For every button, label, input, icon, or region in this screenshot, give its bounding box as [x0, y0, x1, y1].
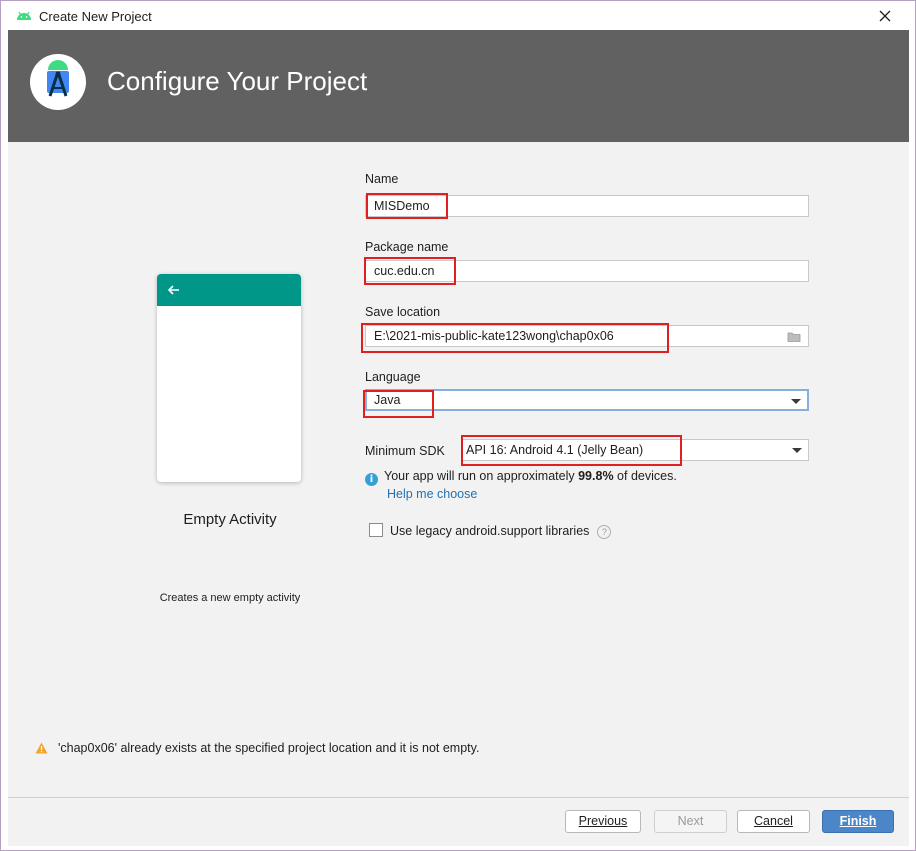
question-icon[interactable]: ? [597, 525, 612, 539]
title-bar: Create New Project [1, 1, 915, 30]
name-label-text: Name [365, 172, 399, 186]
legacy-support-row: Use legacy android.support libraries? [369, 523, 612, 539]
minimum-sdk-label: Minimum SDK [365, 444, 445, 458]
previous-button[interactable]: Previous [565, 810, 641, 833]
page-header: Configure Your Project [8, 30, 909, 142]
warning-message: 'chap0x06' already exists at the specifi… [35, 741, 479, 755]
name-value: MISDemo [374, 199, 430, 213]
preview-toolbar [157, 274, 301, 306]
create-project-dialog: Create New Project Configure Your Projec… [0, 0, 916, 851]
package-field[interactable]: cuc.edu.cn [365, 260, 809, 282]
chevron-down-icon [791, 399, 801, 404]
package-label: Package name [365, 240, 448, 254]
package-value: cuc.edu.cn [374, 264, 435, 278]
minimum-sdk-value: API 16: Android 4.1 (Jelly Bean) [466, 443, 644, 457]
form-panel: Empty Activity Creates a new empty activ… [8, 142, 909, 797]
next-button[interactable]: Next [654, 810, 727, 833]
legacy-support-label[interactable]: Use legacy android.support libraries [390, 524, 589, 538]
info-percent: 99.8% [578, 469, 614, 483]
save-location-field[interactable]: E:\2021-mis-public-kate123wong\chap0x06 [365, 325, 809, 347]
save-location-label-text: Save location [365, 305, 441, 319]
template-preview [157, 274, 301, 482]
window-title: Create New Project [39, 9, 152, 24]
page-title: Configure Your Project [107, 66, 368, 96]
template-description: Creates a new empty activity [159, 592, 301, 604]
info-prefix: Your app will run on approximately [384, 469, 575, 483]
save-location-label: Save location [365, 305, 440, 319]
language-label: Language [365, 370, 421, 384]
folder-icon[interactable] [787, 331, 802, 346]
minimum-sdk-select[interactable]: API 16: Android 4.1 (Jelly Bean) [461, 439, 809, 461]
warning-text: 'chap0x06' already exists at the specifi… [58, 741, 480, 755]
save-location-value: E:\2021-mis-public-kate123wong\chap0x06 [374, 329, 614, 343]
language-value: Java [374, 393, 401, 407]
info-suffix: of devices. [617, 469, 677, 483]
help-me-choose-link[interactable]: Help me choose [387, 487, 477, 501]
android-icon [16, 9, 32, 24]
warning-icon [35, 742, 48, 754]
package-label-text: Package name [365, 240, 449, 254]
back-arrow-icon [167, 285, 179, 295]
legacy-support-checkbox[interactable] [369, 523, 383, 537]
name-field[interactable]: MISDemo [365, 195, 809, 217]
previous-label: Previous [578, 814, 628, 828]
finish-label: Finish [839, 814, 877, 828]
info-icon: i [365, 473, 378, 486]
cancel-button[interactable]: Cancel [737, 810, 810, 833]
language-label-text: Language [365, 370, 421, 384]
device-coverage-info: i Your app will run on approximately 99.8… [365, 469, 677, 486]
language-select[interactable]: Java [365, 389, 809, 411]
cancel-label: Cancel [754, 814, 793, 828]
chevron-down-icon [792, 448, 802, 453]
close-icon [879, 10, 891, 22]
next-label: Next [677, 814, 704, 828]
android-studio-logo-icon [30, 54, 86, 110]
dialog-footer: Previous Next Cancel Finish [8, 797, 909, 846]
finish-button[interactable]: Finish [822, 810, 894, 833]
name-label: Name [365, 172, 398, 186]
close-button[interactable] [873, 5, 897, 27]
